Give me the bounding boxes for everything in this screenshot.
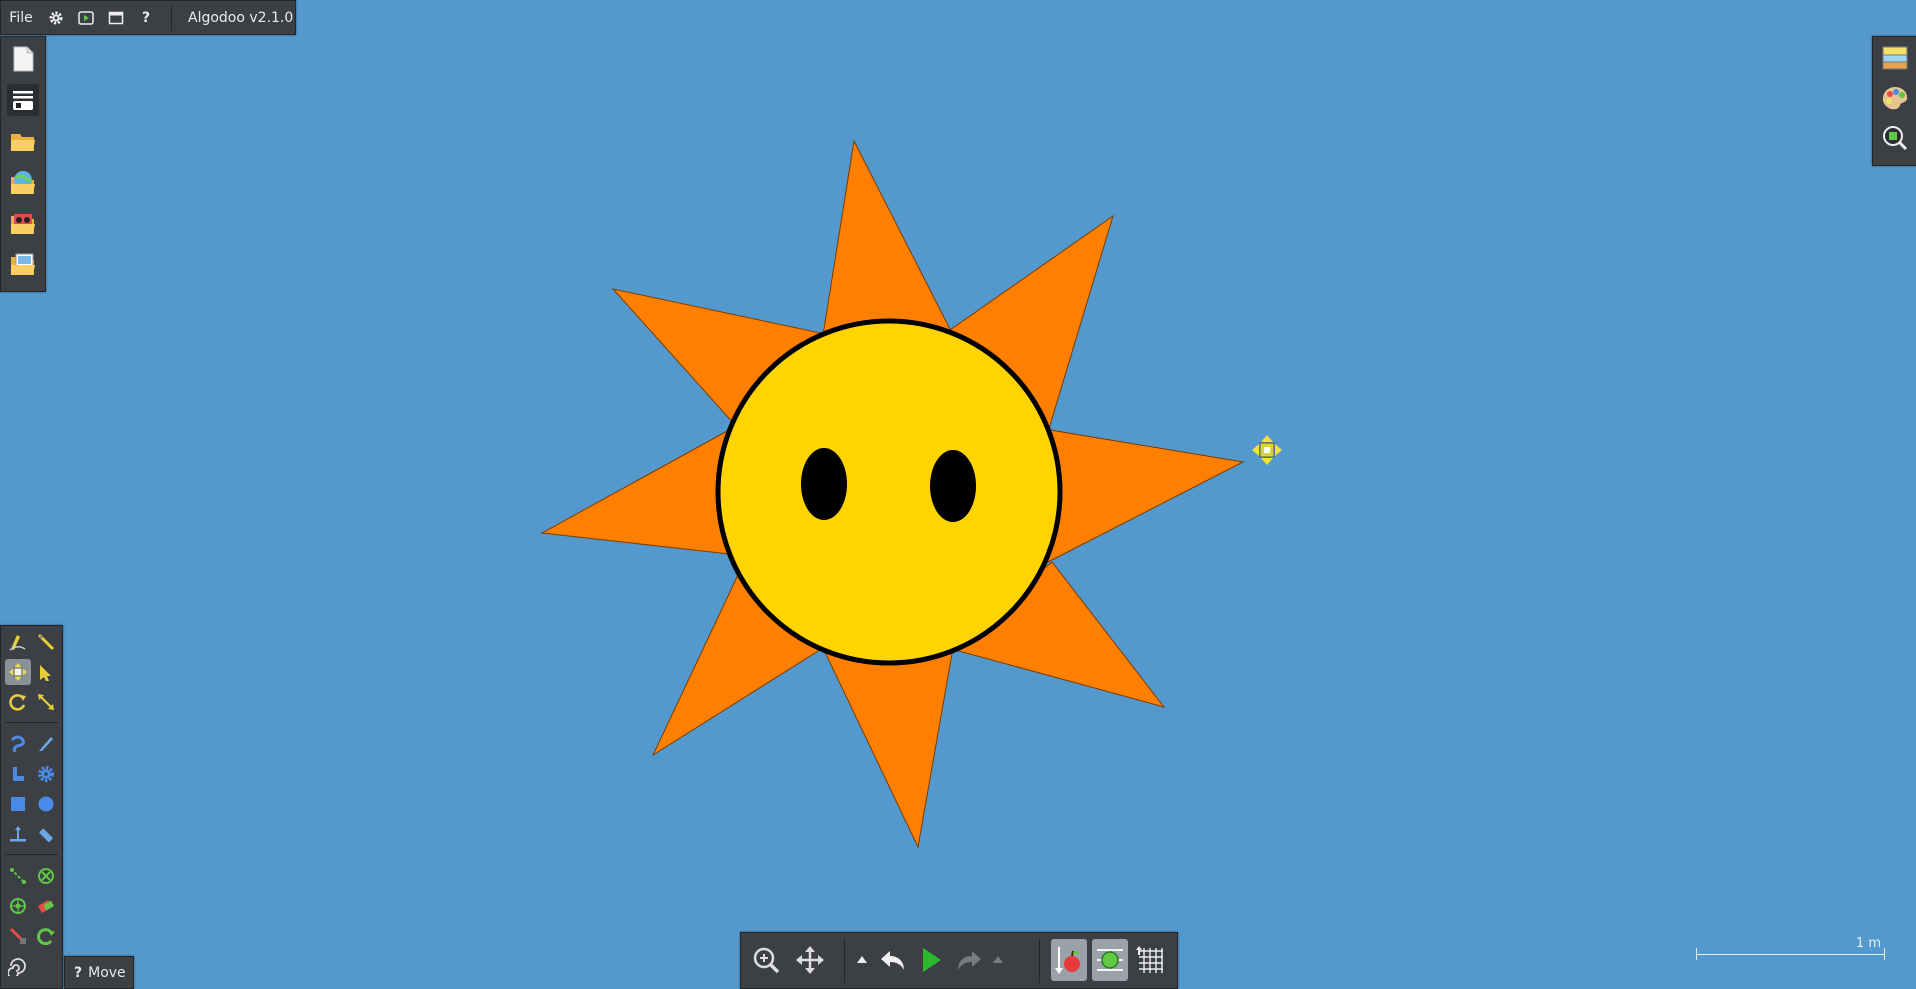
knife-tool[interactable]: [33, 731, 59, 757]
toolbar-separator: [1039, 939, 1040, 983]
tooltip-help-glyph: ?: [74, 964, 83, 981]
sun-body[interactable]: [715, 318, 1063, 666]
plane-tool[interactable]: [5, 821, 31, 847]
grid-toggle-icon[interactable]: [1132, 939, 1170, 981]
menu-separator: [171, 4, 172, 31]
scale-tool[interactable]: [33, 689, 59, 715]
tool-tooltip: ? Move: [64, 956, 134, 989]
sun-left-eye[interactable]: [801, 448, 847, 520]
move-cursor-icon: [1252, 435, 1282, 465]
laser-tool[interactable]: [5, 923, 31, 949]
chain-tool[interactable]: [5, 863, 31, 889]
tool-separator: [5, 722, 58, 723]
help-icon[interactable]: ?: [131, 1, 161, 34]
rotate-tool[interactable]: [5, 689, 31, 715]
background-icon[interactable]: [1879, 42, 1911, 74]
undo-icon[interactable]: [875, 939, 911, 981]
tool-palette: [0, 625, 63, 989]
scale-line: [1696, 954, 1885, 955]
bottom-toolbar: [740, 932, 1178, 989]
air-friction-toggle-icon[interactable]: [1092, 939, 1128, 981]
scale-tick-left: [1696, 948, 1697, 960]
scale-label: 1 m: [1855, 936, 1881, 951]
brush-tool[interactable]: [5, 761, 31, 787]
appearance-palette-icon[interactable]: [1879, 82, 1911, 114]
rope-tool[interactable]: [5, 731, 31, 757]
cut-tool[interactable]: [33, 629, 59, 655]
scale-indicator: 1 m: [1696, 932, 1885, 960]
load-phunlet-icon[interactable]: [7, 208, 39, 240]
box-tool[interactable]: [5, 791, 31, 817]
thruster-tool[interactable]: [33, 893, 59, 919]
spring-tool[interactable]: [33, 821, 59, 847]
play-icon[interactable]: [913, 939, 949, 981]
window-icon[interactable]: [101, 1, 131, 34]
pan-icon[interactable]: [791, 939, 829, 981]
zoom-object-icon[interactable]: [1879, 122, 1911, 154]
tooltip-text: Move: [88, 964, 126, 981]
file-toolbar: [0, 36, 46, 292]
sun-ray-right[interactable]: [1047, 429, 1245, 563]
gear-tool[interactable]: [33, 761, 59, 787]
open-folder-icon[interactable]: [7, 126, 39, 158]
circle-tool[interactable]: [33, 791, 59, 817]
toolbar-icon[interactable]: [7, 84, 39, 116]
water-tool[interactable]: [5, 953, 31, 979]
toolbar-separator: [844, 939, 845, 983]
sun-ray-left[interactable]: [540, 424, 739, 556]
sketch-tool[interactable]: [5, 629, 31, 655]
sun-ray-top[interactable]: [822, 139, 954, 336]
redo-icon[interactable]: [951, 939, 987, 981]
open-image-icon[interactable]: [7, 249, 39, 281]
sun-right-eye[interactable]: [930, 450, 976, 522]
menu-bar: File ? Algodoo v2.1.0: [0, 0, 296, 35]
tool-separator: [5, 854, 58, 855]
scene-canvas[interactable]: [0, 0, 1916, 987]
fixate-tool[interactable]: [33, 863, 59, 889]
right-toolbar: [1872, 36, 1916, 166]
zoom-icon[interactable]: [747, 939, 785, 981]
drag-tool[interactable]: [33, 659, 59, 685]
new-scene-icon[interactable]: [7, 43, 39, 75]
axle-tool[interactable]: [5, 893, 31, 919]
gravity-toggle-icon[interactable]: [1051, 939, 1087, 981]
app-version: Algodoo v2.1.0: [188, 9, 294, 26]
redo-menu-arrow-icon[interactable]: [989, 939, 1007, 981]
move-tool[interactable]: [5, 659, 31, 685]
sun-ray-bottom[interactable]: [822, 647, 954, 849]
tracer-tool[interactable]: [33, 923, 59, 949]
file-menu[interactable]: File: [1, 1, 41, 34]
undo-menu-arrow-icon[interactable]: [853, 939, 871, 981]
scale-tick-right: [1884, 948, 1885, 960]
browse-online-icon[interactable]: [7, 167, 39, 199]
play-scene-icon[interactable]: [71, 1, 101, 34]
gear-icon[interactable]: [41, 1, 71, 34]
